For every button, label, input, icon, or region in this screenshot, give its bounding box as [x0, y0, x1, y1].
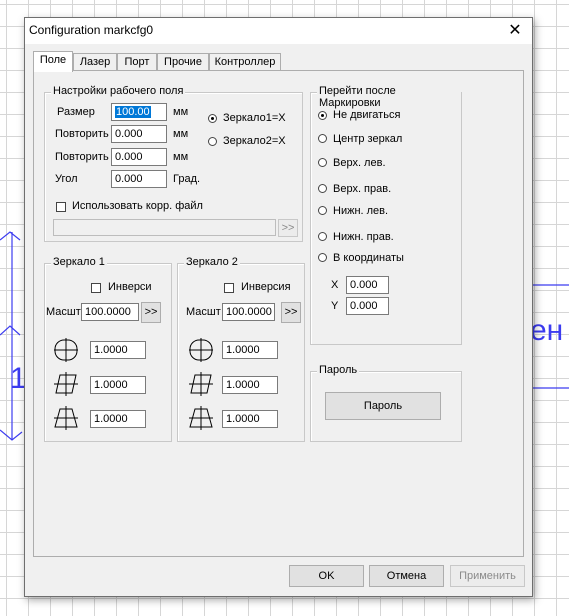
after-option-label: Нижн. прав. — [333, 231, 394, 243]
mirror2-val2-input[interactable]: 1.0000 — [222, 376, 278, 394]
corr-file-browse-button: >> — [278, 219, 298, 237]
after-option-label: Нижн. лев. — [333, 205, 389, 217]
after-option-radio[interactable] — [318, 184, 327, 193]
angle-unit: Град. — [173, 173, 201, 185]
repeat2-label: Повторить — [55, 151, 109, 163]
after-marking-group: Перейти после Маркировки Не двигаться Це… — [310, 85, 462, 345]
repeat1-input[interactable]: 0.000 — [111, 125, 167, 143]
password-group: Пароль Пароль — [310, 364, 462, 442]
after-option-radio[interactable] — [318, 232, 327, 241]
mirror2-val1-input[interactable]: 1.0000 — [222, 341, 278, 359]
mirror1-val3-input[interactable]: 1.0000 — [90, 410, 146, 428]
mirror2-invert-checkbox[interactable] — [224, 283, 234, 293]
corr-file-path — [53, 219, 276, 236]
tab-laser[interactable]: Лазер — [73, 53, 117, 71]
parallelogram-distortion-icon — [54, 372, 78, 396]
field-settings-group: Настройки рабочего поля Размер 100.00 мм… — [44, 85, 303, 242]
barrel-distortion-icon — [54, 338, 78, 362]
mirror1-val2-input[interactable]: 1.0000 — [90, 376, 146, 394]
mirror1-x-radio[interactable] — [208, 114, 217, 123]
config-dialog: Configuration markcfg0 ✕ Поле Лазер Порт… — [24, 17, 533, 597]
corr-file-label: Использовать корр. файл — [72, 200, 203, 212]
size-input[interactable]: 100.00 — [111, 103, 167, 121]
after-option-label: Верх. прав. — [333, 183, 392, 195]
apply-button: Применить — [450, 565, 525, 587]
y-coord-label: Y — [331, 300, 339, 312]
password-title: Пароль — [317, 364, 360, 376]
mirror1-val1-input[interactable]: 1.0000 — [90, 341, 146, 359]
field-settings-title: Настройки рабочего поля — [51, 85, 186, 97]
tab-panel-field: Настройки рабочего поля Размер 100.00 мм… — [33, 70, 524, 557]
mirror1-scale-label: Масшт — [46, 306, 81, 318]
mirror2-invert-label: Инверсия — [241, 281, 291, 293]
mirror2-group: Зеркало 2 Инверсия Масшт 100.0000 >> 1.0… — [177, 256, 305, 442]
after-option-radio[interactable] — [318, 134, 327, 143]
after-marking-title: Перейти после Маркировки — [317, 85, 461, 109]
repeat2-input[interactable]: 0.000 — [111, 148, 167, 166]
after-option-label: В координаты — [333, 252, 404, 264]
close-icon[interactable]: ✕ — [498, 18, 532, 44]
mirror2-scale-input[interactable]: 100.0000 — [222, 303, 275, 321]
after-option-radio[interactable] — [318, 158, 327, 167]
mirror1-scale-button[interactable]: >> — [141, 302, 161, 323]
y-coord-input[interactable]: 0.000 — [346, 297, 389, 315]
mirror1-invert-checkbox[interactable] — [91, 283, 101, 293]
cancel-button[interactable]: Отмена — [369, 565, 444, 587]
tab-field[interactable]: Поле — [33, 51, 73, 72]
background-text-right: ен — [530, 314, 564, 347]
password-button[interactable]: Пароль — [325, 392, 441, 420]
mirror2-x-radio[interactable] — [208, 137, 217, 146]
ok-button[interactable]: OK — [289, 565, 364, 587]
repeat1-unit: мм — [173, 128, 189, 140]
mirror1-group: Зеркало 1 Инверси Масшт 100.0000 >> 1.00… — [44, 256, 172, 442]
mirror1-scale-input[interactable]: 100.0000 — [81, 303, 139, 321]
mirror1-title: Зеркало 1 — [51, 256, 107, 268]
mirror2-val3-input[interactable]: 1.0000 — [222, 410, 278, 428]
x-coord-label: X — [331, 279, 339, 291]
trapezoid-distortion-icon — [54, 406, 78, 430]
angle-label: Угол — [55, 173, 78, 185]
after-option-label: Верх. лев. — [333, 157, 386, 169]
after-option-radio[interactable] — [318, 206, 327, 215]
tab-other[interactable]: Прочие — [157, 53, 209, 71]
after-option-radio[interactable] — [318, 111, 327, 120]
tab-controller[interactable]: Контроллер — [209, 53, 281, 71]
mirror2-scale-button[interactable]: >> — [281, 302, 301, 323]
barrel-distortion-icon — [189, 338, 213, 362]
mirror2-scale-label: Масшт — [186, 306, 221, 318]
after-option-label: Центр зеркал — [333, 133, 403, 145]
mirror1-invert-label: Инверси — [108, 281, 152, 293]
tab-port[interactable]: Порт — [117, 53, 157, 71]
mirror2-title: Зеркало 2 — [184, 256, 240, 268]
parallelogram-distortion-icon — [189, 372, 213, 396]
x-coord-input[interactable]: 0.000 — [346, 276, 389, 294]
size-label: Размер — [57, 106, 95, 118]
repeat2-unit: мм — [173, 151, 189, 163]
after-option-radio[interactable] — [318, 253, 327, 262]
mirror1-x-label: Зеркало1=X — [223, 112, 286, 124]
after-option-label: Не двигаться — [333, 109, 401, 121]
repeat1-label: Повторить — [55, 128, 109, 140]
window-title: Configuration markcfg0 — [29, 23, 154, 37]
angle-input[interactable]: 0.000 — [111, 170, 167, 188]
corr-file-checkbox[interactable] — [56, 202, 66, 212]
mirror2-x-label: Зеркало2=X — [223, 135, 286, 147]
size-unit: мм — [173, 106, 189, 118]
title-bar: Configuration markcfg0 ✕ — [25, 18, 532, 44]
trapezoid-distortion-icon — [189, 406, 213, 430]
